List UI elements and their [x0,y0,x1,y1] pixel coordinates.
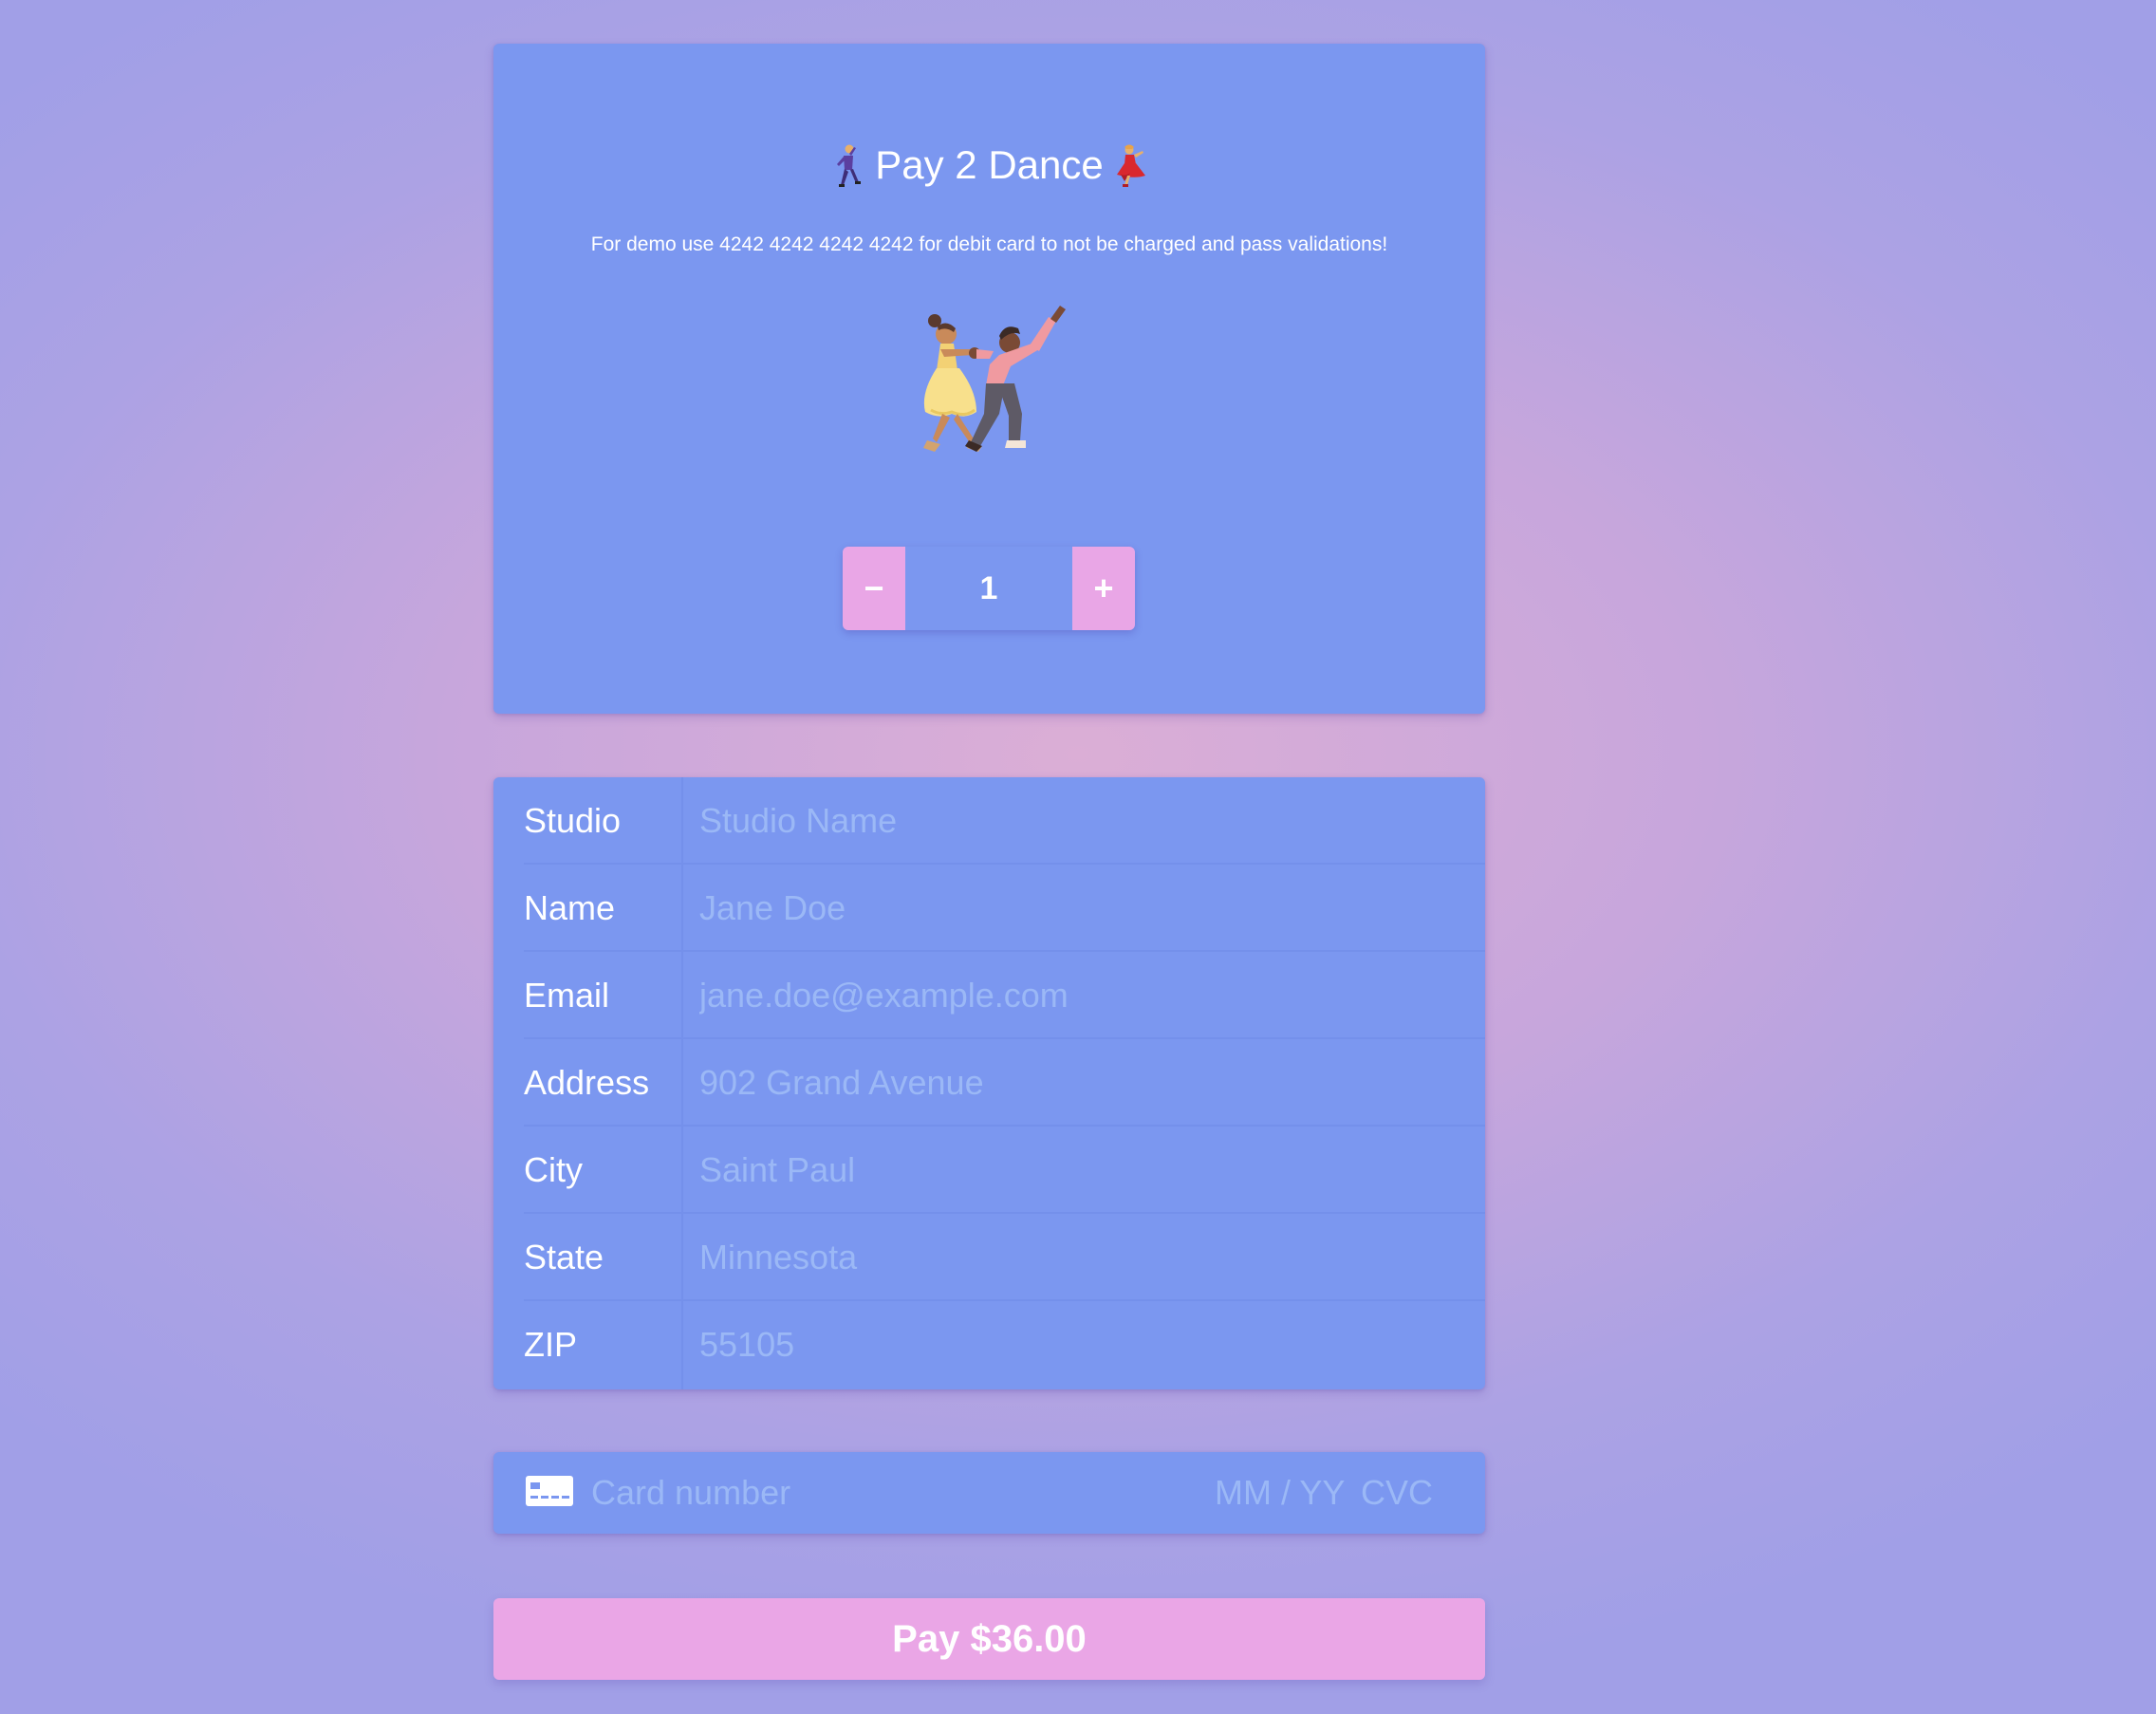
form-row-address: Address 902 Grand Avenue [493,1039,1485,1127]
page-title: Pay 2 Dance [493,134,1485,194]
pay-button[interactable]: Pay $36.00 [493,1598,1485,1680]
address-input[interactable]: 902 Grand Avenue [699,1039,1466,1127]
quantity-value[interactable]: 1 [905,547,1072,630]
email-label: Email [524,976,610,1015]
product-card: Pay 2 Dance For demo use 4242 4242 4242 … [493,44,1485,714]
form-row-email: Email jane.doe@example.com [493,952,1485,1039]
quantity-stepper: − 1 + [843,547,1135,630]
name-input[interactable]: Jane Doe [699,865,1466,952]
form-row-name: Name Jane Doe [493,865,1485,952]
form-row-city: City Saint Paul [493,1127,1485,1214]
card-cvc-input[interactable]: CVC [1361,1452,1433,1534]
city-label: City [524,1150,583,1189]
man-dancing-icon [829,143,867,187]
zip-label: ZIP [524,1325,578,1364]
dancing-couple-illustration [878,271,1124,499]
card-input-field[interactable]: Card number MM / YY CVC [493,1452,1485,1534]
increment-quantity-button[interactable]: + [1072,547,1135,630]
credit-card-icon [526,1476,573,1510]
card-number-input[interactable]: Card number [591,1452,790,1534]
demo-card-note: For demo use 4242 4242 4242 4242 for deb… [590,233,1388,255]
card-expiry-input[interactable]: MM / YY [1215,1452,1345,1534]
woman-dancing-icon [1111,143,1149,187]
billing-form: Studio Studio Name Name Jane Doe Email j… [493,777,1485,1389]
studio-input[interactable]: Studio Name [699,777,1466,865]
form-row-studio: Studio Studio Name [493,777,1485,865]
decrement-quantity-button[interactable]: − [843,547,905,630]
form-row-zip: ZIP 55105 [493,1301,1485,1388]
studio-label: Studio [524,801,622,840]
email-input[interactable]: jane.doe@example.com [699,952,1466,1039]
city-input[interactable]: Saint Paul [699,1127,1466,1214]
state-label: State [524,1238,604,1276]
name-label: Name [524,888,616,927]
zip-input[interactable]: 55105 [699,1301,1466,1388]
form-row-state: State Minnesota [493,1214,1485,1301]
address-label: Address [524,1063,650,1102]
state-input[interactable]: Minnesota [699,1214,1466,1301]
